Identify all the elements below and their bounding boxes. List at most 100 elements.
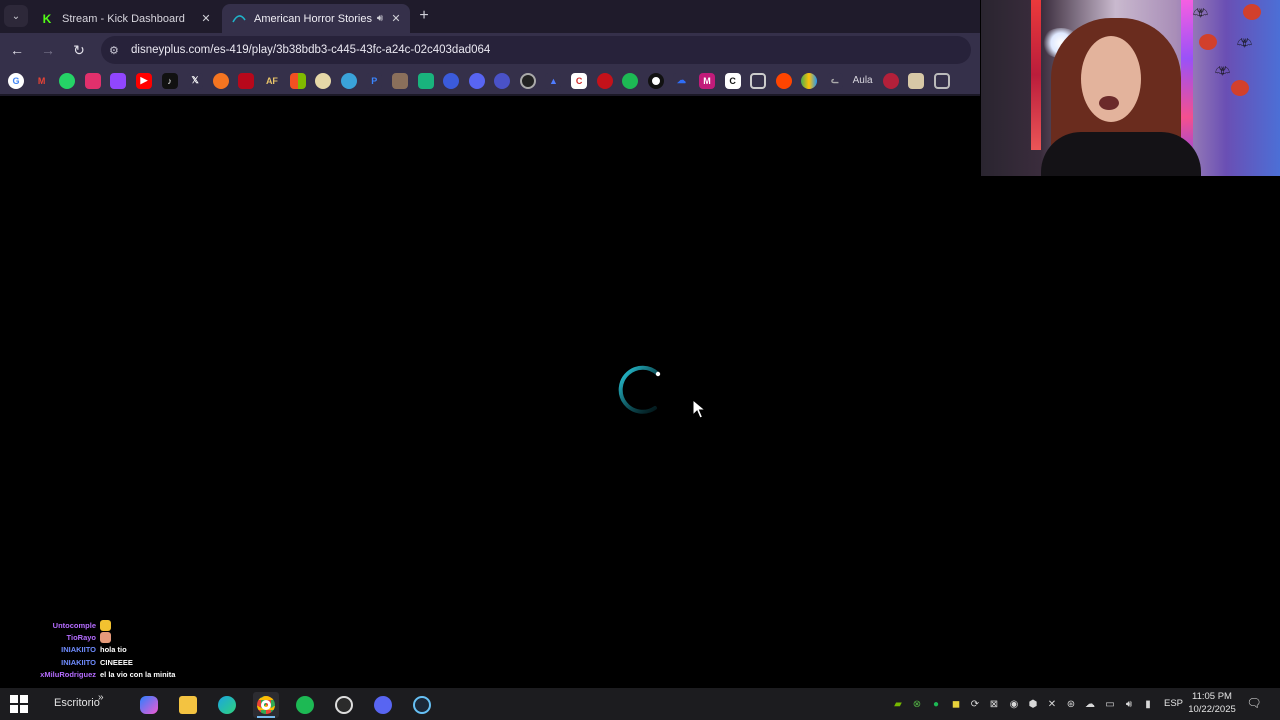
discord-alt-icon[interactable] — [494, 72, 511, 89]
chat-text: el la vio con la minita — [100, 670, 176, 680]
sync-icon[interactable]: ⟳ — [968, 697, 982, 711]
xbox-icon[interactable]: ⊗ — [910, 697, 924, 711]
bat-icon: 🦇︎ — [1193, 6, 1209, 20]
kick-icon: K — [42, 11, 52, 26]
monitor-icon[interactable]: ▭ — [1103, 697, 1117, 711]
copilot-icon[interactable] — [136, 692, 162, 718]
m-icon[interactable]: M — [699, 72, 716, 89]
bookmarks-bar: G M ▶ ♪ 𝕏 AF P ▲ C ☁ M C ᓚ Aula — [0, 67, 980, 94]
x-icon[interactable]: 𝕏 — [187, 72, 204, 89]
steam-icon[interactable] — [409, 692, 435, 718]
reload-icon: ↻ — [73, 41, 85, 58]
red-icon[interactable] — [596, 72, 613, 89]
chat-message: TioRayo — [30, 631, 250, 644]
calendar-icon[interactable] — [417, 72, 434, 89]
google-icon[interactable]: G — [8, 72, 24, 89]
youtube-icon[interactable]: ▶ — [135, 72, 152, 89]
colorful-icon[interactable] — [801, 72, 818, 89]
url-input[interactable] — [131, 44, 971, 56]
drop-icon[interactable]: ▲ — [545, 72, 562, 89]
instagram-icon[interactable] — [84, 72, 101, 89]
web-content-edge — [0, 94, 980, 96]
pumpkin-icon — [1231, 80, 1249, 96]
chat-username: INIAKIITO — [61, 657, 96, 667]
spotify-icon[interactable] — [622, 72, 639, 89]
face-icon[interactable] — [908, 72, 925, 89]
network-tray-icon[interactable]: ⊠ — [987, 697, 1001, 711]
ai-icon[interactable] — [933, 72, 950, 89]
forward-button[interactable]: → — [34, 36, 62, 64]
chevron-right-icon[interactable]: » — [98, 692, 104, 703]
bookmark-aula[interactable]: Aula — [853, 75, 873, 86]
wrench-icon[interactable]: ✕ — [1045, 697, 1059, 711]
back-button[interactable]: ← — [3, 36, 31, 64]
arrow-left-icon: ← — [10, 42, 24, 58]
paypal-icon[interactable]: P — [366, 72, 383, 89]
notification-icon[interactable]: 🗨︎ — [1246, 696, 1262, 712]
new-tab-button[interactable]: + — [414, 6, 434, 26]
steam-tray-icon[interactable]: ⊛ — [1064, 697, 1078, 711]
tiktok-icon[interactable]: ♪ — [161, 72, 178, 89]
c-icon[interactable]: C — [724, 72, 741, 89]
photo-icon[interactable] — [391, 72, 408, 89]
bubble-icon[interactable] — [340, 72, 357, 89]
chat-text: CINEEEE — [100, 657, 133, 667]
spotify-tray-icon[interactable]: ● — [929, 697, 943, 711]
speaker-icon[interactable]: 🔊︎ — [372, 13, 388, 24]
tab-kick-dashboard[interactable]: K Stream - Kick Dashboard ✕ — [30, 4, 220, 33]
pill-icon[interactable] — [315, 72, 332, 89]
canva-icon[interactable]: C — [571, 72, 588, 89]
volume-icon[interactable]: 🔊︎ — [1122, 697, 1136, 711]
mask-icon[interactable] — [882, 72, 899, 89]
pumpkin-icon — [1199, 34, 1217, 50]
chat-message: xMiluRodriguez el la vio con la minita — [30, 669, 250, 681]
microsoft-icon[interactable] — [289, 72, 306, 89]
twitch-icon[interactable] — [110, 72, 127, 89]
close-icon[interactable]: ✕ — [388, 12, 404, 25]
tab-search-button[interactable]: ⌄ — [4, 5, 28, 27]
windows-start-icon[interactable] — [10, 695, 28, 713]
reddit-icon[interactable] — [775, 72, 792, 89]
mouse-cursor-icon — [692, 399, 706, 419]
edge-icon[interactable] — [214, 692, 240, 718]
cloud-icon[interactable]: ☁ — [673, 72, 690, 89]
affinity-icon[interactable]: AF — [263, 72, 280, 89]
app-icon[interactable] — [443, 72, 460, 89]
cat-icon[interactable]: ᓚ — [827, 72, 843, 89]
close-icon[interactable]: ✕ — [198, 12, 214, 25]
qr-icon[interactable] — [750, 72, 767, 89]
loading-spinner-icon — [618, 365, 661, 414]
gmail-icon[interactable]: M — [33, 72, 50, 89]
reload-button[interactable]: ↻ — [65, 36, 93, 64]
chat-username: Untocomple — [52, 620, 96, 630]
address-bar[interactable]: ⚙︎ — [101, 36, 971, 64]
browser-tab-strip: ⌄ K Stream - Kick Dashboard ✕ American H… — [0, 0, 980, 33]
taskbar-clock[interactable]: 11:05 PM 10/22/2025 — [1186, 690, 1238, 716]
discord-icon[interactable] — [468, 72, 485, 89]
chat-message: Untocomple — [30, 619, 250, 631]
file-explorer-icon[interactable] — [175, 692, 201, 718]
chrome-icon[interactable] — [253, 692, 279, 718]
whatsapp-icon[interactable] — [59, 72, 76, 89]
site-info-icon[interactable]: ⚙︎ — [109, 44, 125, 57]
chat-text: hola tio — [100, 645, 127, 655]
cloud-tray-icon[interactable]: ☁ — [1083, 697, 1097, 711]
microphone-icon[interactable]: ▮ — [1141, 697, 1155, 711]
yellow-app-icon[interactable]: ◼ — [949, 697, 963, 711]
pinterest-icon[interactable] — [238, 72, 255, 89]
spotify-icon[interactable] — [292, 692, 318, 718]
desktop-toolbar-label[interactable]: Escritorio — [54, 697, 100, 709]
language-indicator[interactable]: ESP — [1164, 698, 1183, 709]
shield-icon[interactable]: ⬢ — [1026, 697, 1040, 711]
dot-icon[interactable] — [647, 72, 664, 89]
nvidia-icon[interactable]: ▰ — [891, 697, 905, 711]
disney-plus-icon — [232, 12, 246, 26]
circle-icon[interactable] — [519, 72, 536, 89]
discord-icon[interactable] — [370, 692, 396, 718]
browser-toolbar: ← → ↻ ⚙︎ — [0, 33, 980, 67]
crunchyroll-icon[interactable] — [212, 72, 229, 89]
tab-disney-plus[interactable]: American Horror Stories | D 🔊︎ ✕ — [222, 4, 410, 33]
obs-icon[interactable] — [331, 692, 357, 718]
bat-icon: 🦇︎ — [1237, 36, 1253, 50]
discord-tray-icon[interactable]: ◉ — [1007, 697, 1021, 711]
